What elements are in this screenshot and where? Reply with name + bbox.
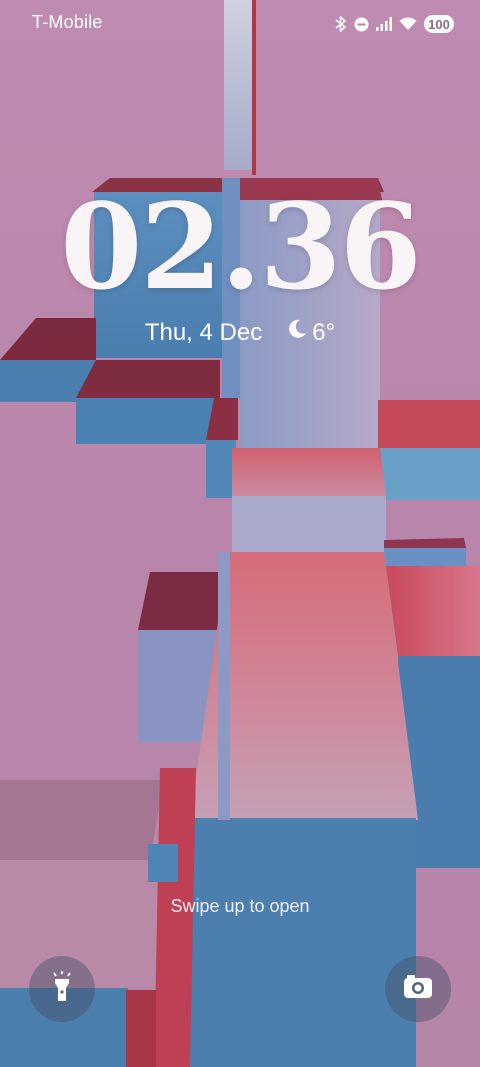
battery-indicator: 100 bbox=[424, 15, 454, 33]
status-bar: T-Mobile 100 bbox=[0, 0, 480, 48]
temperature-label: 6° bbox=[312, 318, 336, 346]
moon-icon bbox=[286, 318, 308, 347]
carrier-name: T-Mobile bbox=[32, 12, 103, 32]
signal-icon bbox=[376, 17, 392, 31]
bluetooth-icon bbox=[335, 16, 347, 32]
weather-widget[interactable]: 6° bbox=[286, 318, 335, 347]
do-not-disturb-icon bbox=[354, 17, 369, 32]
flashlight-button[interactable] bbox=[29, 956, 95, 1022]
wifi-icon bbox=[399, 17, 417, 31]
lock-screen-clock: 02.36 bbox=[60, 177, 422, 316]
status-icons: 100 bbox=[335, 12, 454, 36]
date-label: Thu, 4 Dec bbox=[144, 318, 263, 346]
camera-button[interactable] bbox=[385, 956, 451, 1022]
camera-icon bbox=[403, 974, 433, 1004]
swipe-up-hint: Swipe up to open bbox=[170, 896, 310, 916]
flashlight-icon bbox=[51, 970, 73, 1008]
date-weather-row: Thu, 4 Dec 6° bbox=[0, 318, 480, 347]
